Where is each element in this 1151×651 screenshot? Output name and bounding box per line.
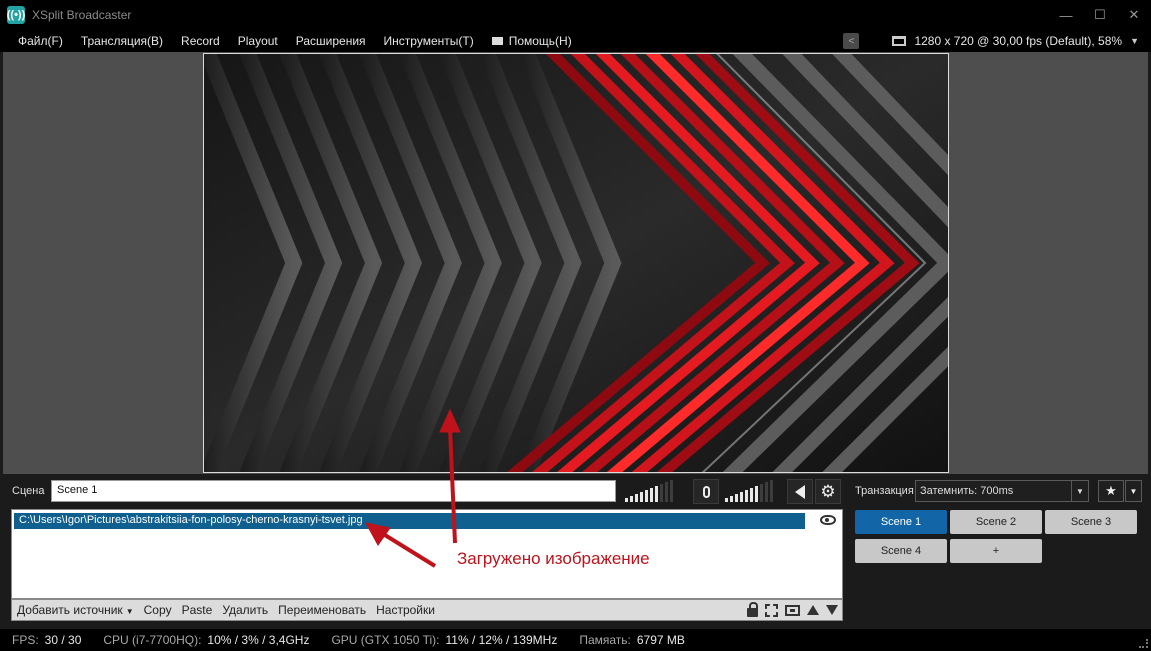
abstract-background-image	[204, 54, 948, 472]
add-scene-button[interactable]: +	[950, 539, 1042, 563]
window-title: XSplit Broadcaster	[32, 8, 132, 22]
settings-button[interactable]: Настройки	[371, 603, 440, 617]
resolution-area: < 1280 x 720 @ 30,00 fps (Default), 58% …	[843, 30, 1151, 52]
microphone-icon	[702, 485, 710, 498]
menu-bar: Файл(F) Трансляция(B) Record Playout Рас…	[0, 30, 1151, 52]
speaker-icon	[795, 484, 805, 499]
lock-icon[interactable]	[747, 601, 758, 617]
visibility-eye-icon[interactable]	[820, 515, 836, 525]
close-button[interactable]: ✕	[1117, 0, 1151, 30]
menu-tools[interactable]: Инструменты(T)	[375, 30, 483, 52]
mic-level-meter	[625, 480, 673, 502]
star-plus-icon: ★	[1105, 483, 1117, 498]
add-source-button[interactable]: Добавить источник ▼	[12, 603, 139, 617]
resize-grip-icon[interactable]	[1139, 639, 1148, 648]
menu-extensions[interactable]: Расширения	[287, 30, 375, 52]
scene-label: Сцена	[12, 485, 45, 497]
menu-broadcast[interactable]: Трансляция(B)	[72, 30, 172, 52]
transition-menu-button[interactable]: ▼	[1125, 480, 1142, 502]
gpu-label: GPU (GTX 1050 Ti):	[331, 633, 440, 647]
window-controls: — ☐ ✕	[1049, 0, 1151, 30]
chevron-down-icon[interactable]: ▼	[1130, 36, 1139, 46]
maximize-button[interactable]: ☐	[1083, 0, 1117, 30]
scene-button-2[interactable]: Scene 2	[950, 510, 1042, 534]
gpu-value: 11% / 12% / 139MHz	[445, 633, 558, 647]
preview-canvas[interactable]	[203, 53, 949, 473]
delete-button[interactable]: Удалить	[217, 603, 273, 617]
move-up-icon[interactable]	[807, 605, 819, 615]
microphone-button[interactable]	[693, 479, 719, 504]
source-toolbar-icons	[747, 600, 838, 620]
cpu-label: CPU (i7-7700HQ):	[103, 633, 202, 647]
fps-value: 30 / 30	[44, 633, 82, 647]
fps-label: FPS:	[12, 633, 39, 647]
gear-icon: ⚙	[820, 482, 836, 501]
title-bar: ((•)) XSplit Broadcaster — ☐ ✕	[0, 0, 1151, 30]
chevron-down-icon: ▼	[1071, 481, 1088, 501]
transition-select[interactable]: Затемнить: 700ms ▼	[915, 480, 1089, 502]
mail-icon	[491, 37, 503, 45]
scene-button-3[interactable]: Scene 3	[1045, 510, 1137, 534]
stage-area	[3, 52, 1148, 474]
scene-name-input[interactable]: Scene 1	[51, 480, 616, 502]
fit-to-screen-icon[interactable]	[765, 603, 778, 617]
source-item[interactable]: C:\Users\Igor\Pictures\abstrakitsiia-fon…	[14, 513, 805, 529]
minimize-button[interactable]: —	[1049, 0, 1083, 30]
xsplit-logo-icon: ((•))	[7, 6, 25, 24]
memory-value: 6797 MB	[636, 633, 685, 647]
move-down-icon[interactable]	[826, 605, 838, 615]
resolution-select[interactable]: 1280 x 720 @ 30,00 fps (Default), 58%	[914, 34, 1122, 48]
add-transition-button[interactable]: ★	[1098, 480, 1124, 502]
transition-label: Транзакция	[855, 485, 914, 497]
chevron-down-icon: ▼	[1129, 486, 1138, 496]
menu-file[interactable]: Файл(F)	[0, 30, 72, 52]
copy-button[interactable]: Copy	[139, 603, 177, 617]
monitor-icon	[892, 36, 907, 46]
memory-label: Памяать:	[579, 633, 631, 647]
transition-value: Затемнить: 700ms	[920, 485, 1014, 497]
annotation-label: Загружено изображение	[457, 549, 650, 568]
scene-button-4[interactable]: Scene 4	[855, 539, 947, 563]
menu-playout[interactable]: Playout	[229, 30, 287, 52]
source-toolbar: Добавить источник ▼ Copy Paste Удалить Пе…	[11, 599, 843, 621]
status-bar: FPS: 30 / 30 CPU (i7-7700HQ): 10% / 3% /…	[0, 629, 1151, 651]
scene-button-1[interactable]: Scene 1	[855, 510, 947, 534]
add-source-label: Добавить источник	[17, 603, 123, 617]
frame-icon[interactable]	[785, 604, 800, 616]
cpu-value: 10% / 3% / 3,4GHz	[207, 633, 310, 647]
rename-button[interactable]: Переименовать	[273, 603, 371, 617]
menu-help[interactable]: Помощь(H)	[483, 30, 581, 52]
menu-record[interactable]: Record	[172, 30, 229, 52]
caret-down-icon: ▼	[125, 607, 134, 616]
audio-settings-button[interactable]: ⚙	[815, 479, 841, 504]
share-icon[interactable]: <	[843, 33, 860, 49]
speaker-button[interactable]	[787, 479, 813, 504]
source-list[interactable]: C:\Users\Igor\Pictures\abstrakitsiia-fon…	[11, 509, 843, 599]
speaker-level-meter	[725, 480, 773, 502]
paste-button[interactable]: Paste	[177, 603, 218, 617]
menu-help-label: Помощь(H)	[508, 34, 572, 48]
